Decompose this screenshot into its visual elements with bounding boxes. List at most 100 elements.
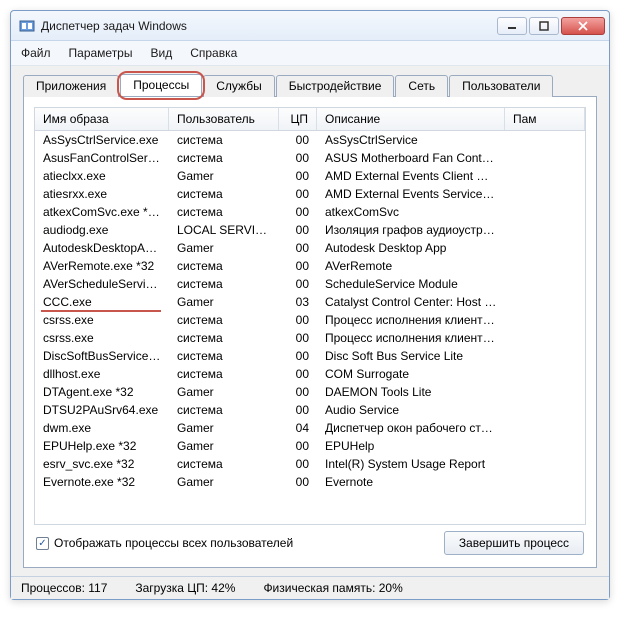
cell-name: EPUHelp.exe *32 [35, 437, 169, 455]
cell-cpu: 00 [279, 455, 317, 473]
maximize-button[interactable] [529, 17, 559, 35]
table-row[interactable]: AsusFanControlServic...система00ASUS Mot… [35, 149, 585, 167]
process-rows[interactable]: AsSysCtrlService.exeсистема00AsSysCtrlSe… [35, 131, 585, 524]
table-row[interactable]: AutodeskDesktopApp....Gamer00Autodesk De… [35, 239, 585, 257]
table-row[interactable]: csrss.exeсистема00Процесс исполнения кли… [35, 329, 585, 347]
cell-name: audiodg.exe [35, 221, 169, 239]
cell-desc: Disc Soft Bus Service Lite [317, 347, 505, 365]
cell-cpu: 00 [279, 329, 317, 347]
cell-desc: AVerRemote [317, 257, 505, 275]
cell-name: esrv_svc.exe *32 [35, 455, 169, 473]
menu-help[interactable]: Справка [188, 43, 239, 63]
checkbox-icon: ✓ [36, 537, 49, 550]
end-process-button[interactable]: Завершить процесс [444, 531, 584, 555]
cell-user: система [169, 203, 279, 221]
cell-cpu: 04 [279, 419, 317, 437]
cell-cpu: 00 [279, 347, 317, 365]
cell-user: Gamer [169, 383, 279, 401]
column-image-name[interactable]: Имя образа [35, 108, 169, 130]
cell-desc: Процесс исполнения клиент-с... [317, 329, 505, 347]
cell-user: система [169, 149, 279, 167]
cell-user: система [169, 257, 279, 275]
table-row[interactable]: atieclxx.exeGamer00AMD External Events C… [35, 167, 585, 185]
cell-cpu: 00 [279, 203, 317, 221]
table-row[interactable]: CCC.exeGamer03Catalyst Control Center: H… [35, 293, 585, 311]
table-row[interactable]: EPUHelp.exe *32Gamer00EPUHelp [35, 437, 585, 455]
cell-desc: AMD External Events Client Mod... [317, 167, 505, 185]
cell-cpu: 00 [279, 275, 317, 293]
status-bar: Процессов: 117 Загрузка ЦП: 42% Физическ… [11, 576, 609, 599]
cell-desc: Autodesk Desktop App [317, 239, 505, 257]
cell-name: AVerScheduleService.... [35, 275, 169, 293]
tab-applications[interactable]: Приложения [23, 75, 119, 97]
cell-cpu: 00 [279, 437, 317, 455]
table-row[interactable]: DiscSoftBusServiceLit...система00Disc So… [35, 347, 585, 365]
window-controls [497, 17, 605, 35]
tab-network[interactable]: Сеть [395, 75, 448, 97]
cell-cpu: 00 [279, 239, 317, 257]
table-row[interactable]: AVerRemote.exe *32система00AVerRemote [35, 257, 585, 275]
task-manager-window: Диспетчер задач Windows Файл Параметры В… [10, 10, 610, 600]
menu-options[interactable]: Параметры [67, 43, 135, 63]
tab-performance[interactable]: Быстродействие [276, 75, 395, 97]
column-headers: Имя образа Пользователь ЦП Описание Пам [35, 108, 585, 131]
bottom-bar: ✓ Отображать процессы всех пользователей… [34, 525, 586, 557]
table-row[interactable]: dllhost.exeсистема00COM Surrogate [35, 365, 585, 383]
window-title: Диспетчер задач Windows [41, 19, 497, 33]
cell-cpu: 00 [279, 185, 317, 203]
cell-name: DiscSoftBusServiceLit... [35, 347, 169, 365]
cell-desc: ASUS Motherboard Fan Control ... [317, 149, 505, 167]
cell-user: система [169, 275, 279, 293]
cell-cpu: 00 [279, 401, 317, 419]
cell-name: DTSU2PAuSrv64.exe [35, 401, 169, 419]
cell-name: atkexComSvc.exe *32 [35, 203, 169, 221]
cell-cpu: 00 [279, 473, 317, 491]
cell-desc: Catalyst Control Center: Host a... [317, 293, 505, 311]
menu-view[interactable]: Вид [148, 43, 174, 63]
table-row[interactable]: dwm.exeGamer04Диспетчер окон рабочего ст… [35, 419, 585, 437]
tab-processes[interactable]: Процессы [120, 74, 202, 96]
cell-user: Gamer [169, 293, 279, 311]
table-row[interactable]: AsSysCtrlService.exeсистема00AsSysCtrlSe… [35, 131, 585, 149]
cell-name: dwm.exe [35, 419, 169, 437]
table-row[interactable]: Evernote.exe *32Gamer00Evernote [35, 473, 585, 491]
column-memory[interactable]: Пам [505, 108, 585, 130]
table-row[interactable]: atkexComSvc.exe *32система00atkexComSvc [35, 203, 585, 221]
cell-user: система [169, 401, 279, 419]
tab-bar: Приложения Процессы Службы Быстродействи… [11, 66, 609, 96]
status-cpu: Загрузка ЦП: 42% [135, 581, 235, 595]
cell-name: Evernote.exe *32 [35, 473, 169, 491]
close-button[interactable] [561, 17, 605, 35]
cell-desc: Процесс исполнения клиент-с... [317, 311, 505, 329]
table-row[interactable]: audiodg.exeLOCAL SERVICE00Изоляция графо… [35, 221, 585, 239]
cell-user: система [169, 185, 279, 203]
cell-user: система [169, 347, 279, 365]
cell-user: система [169, 311, 279, 329]
column-description[interactable]: Описание [317, 108, 505, 130]
tab-services[interactable]: Службы [203, 75, 274, 97]
cell-desc: ScheduleService Module [317, 275, 505, 293]
menu-file[interactable]: Файл [19, 43, 53, 63]
tab-users[interactable]: Пользователи [449, 75, 553, 97]
cell-desc: AsSysCtrlService [317, 131, 505, 149]
table-row[interactable]: atiesrxx.exeсистема00AMD External Events… [35, 185, 585, 203]
cell-user: Gamer [169, 437, 279, 455]
table-row[interactable]: esrv_svc.exe *32система00Intel(R) System… [35, 455, 585, 473]
cell-user: Gamer [169, 239, 279, 257]
cell-desc: Диспетчер окон рабочего стола [317, 419, 505, 437]
title-bar[interactable]: Диспетчер задач Windows [11, 11, 609, 41]
table-row[interactable]: csrss.exeсистема00Процесс исполнения кли… [35, 311, 585, 329]
menu-bar: Файл Параметры Вид Справка [11, 41, 609, 66]
show-all-users-checkbox[interactable]: ✓ Отображать процессы всех пользователей [36, 536, 438, 550]
table-row[interactable]: AVerScheduleService....система00Schedule… [35, 275, 585, 293]
cell-desc: Audio Service [317, 401, 505, 419]
column-cpu[interactable]: ЦП [279, 108, 317, 130]
cell-name: csrss.exe [35, 329, 169, 347]
minimize-button[interactable] [497, 17, 527, 35]
column-user[interactable]: Пользователь [169, 108, 279, 130]
cell-cpu: 00 [279, 257, 317, 275]
cell-user: Gamer [169, 473, 279, 491]
cell-name: csrss.exe [35, 311, 169, 329]
table-row[interactable]: DTAgent.exe *32Gamer00DAEMON Tools Lite [35, 383, 585, 401]
table-row[interactable]: DTSU2PAuSrv64.exeсистема00Audio Service [35, 401, 585, 419]
